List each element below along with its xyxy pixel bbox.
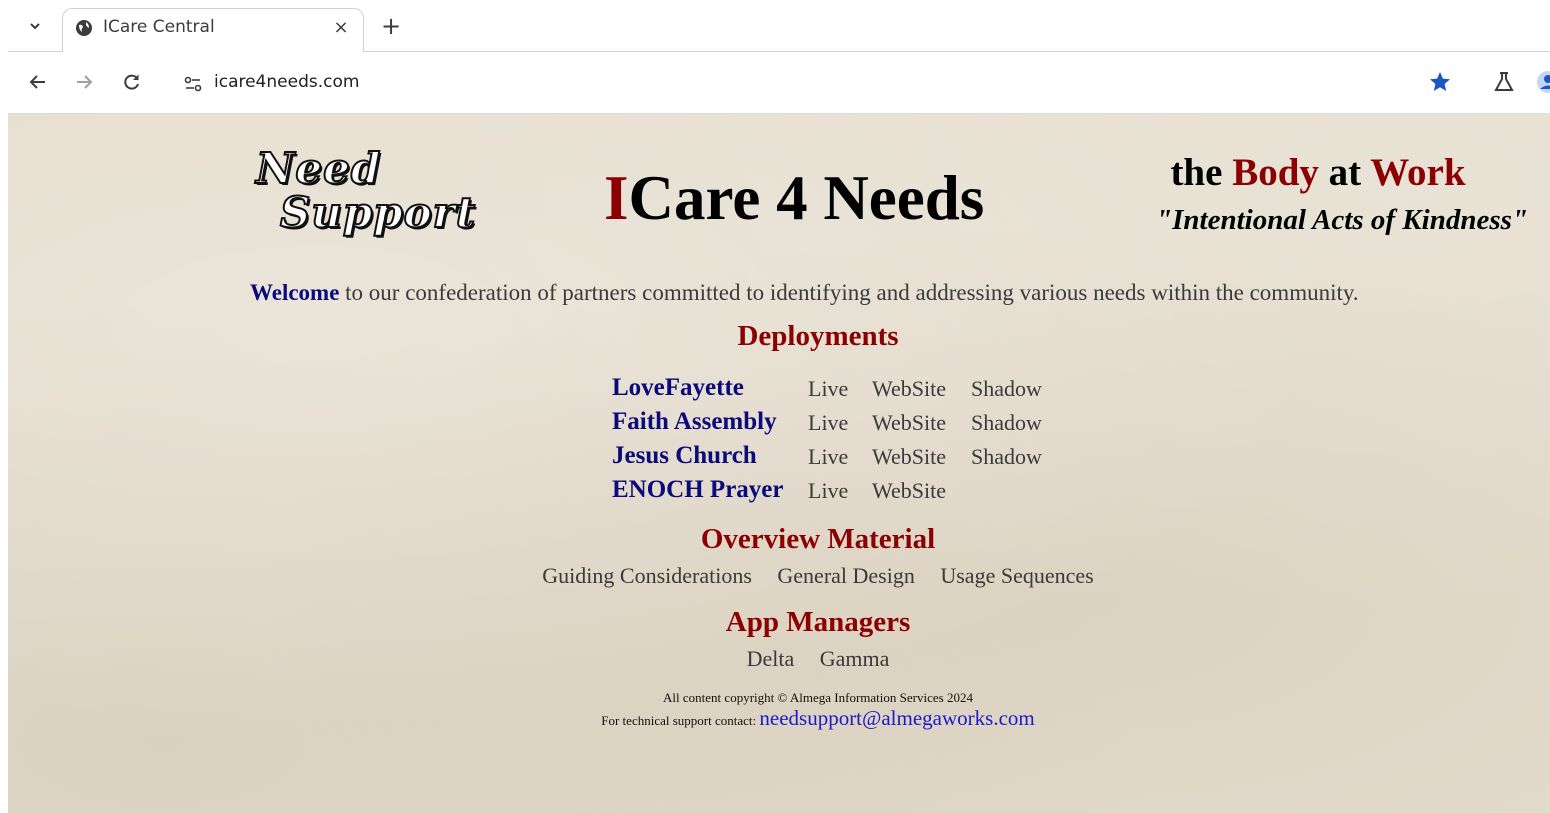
- logo-line1: Need: [255, 143, 382, 194]
- deployment-name[interactable]: Jesus Church: [612, 442, 757, 470]
- tab-strip: ICare Central × +: [8, 0, 1550, 52]
- reload-icon: [124, 74, 139, 90]
- shadow-link[interactable]: Shadow: [971, 376, 1042, 402]
- window-edge: [0, 0, 8, 813]
- live-link[interactable]: Live: [808, 478, 848, 504]
- welcome-text: Welcome to our confederation of partners…: [250, 280, 1450, 306]
- live-link[interactable]: Live: [808, 376, 848, 402]
- url-text[interactable]: icare4needs.com: [214, 72, 359, 92]
- website-link[interactable]: WebSite: [872, 410, 946, 436]
- website-link[interactable]: WebSite: [872, 444, 946, 470]
- tagline-work: Work: [1370, 151, 1466, 194]
- live-link[interactable]: Live: [808, 410, 848, 436]
- address-bar[interactable]: icare4needs.com: [166, 61, 1466, 105]
- close-icon[interactable]: ×: [329, 15, 353, 39]
- app-manager-link[interactable]: Delta: [747, 646, 795, 671]
- overview-links: Guiding Considerations General Design Us…: [8, 563, 1550, 589]
- browser-toolbar: icare4needs.com: [8, 52, 1550, 114]
- welcome-body: to our confederation of partners committ…: [339, 280, 1359, 305]
- welcome-lead: Welcome: [250, 280, 340, 305]
- overview-heading: Overview Material: [700, 523, 936, 555]
- support-label: For technical support contact:: [601, 713, 760, 728]
- tab-search-button[interactable]: [22, 13, 48, 39]
- page-content: Need Support ICare 4 Needs the Body at W…: [8, 114, 1550, 813]
- deployment-name[interactable]: LoveFayette: [612, 374, 744, 402]
- tab-icare-central[interactable]: ICare Central ×: [62, 8, 364, 52]
- overview-link[interactable]: Guiding Considerations: [542, 563, 752, 588]
- tagline-body: Body: [1232, 151, 1319, 194]
- copyright-text: All content copyright © Almega Informati…: [663, 690, 973, 705]
- back-button[interactable]: [24, 68, 52, 96]
- site-info-icon[interactable]: [182, 73, 204, 95]
- live-link[interactable]: Live: [808, 444, 848, 470]
- tagline-the: the: [1170, 151, 1233, 194]
- support-line: For technical support contact: needsuppo…: [8, 706, 1550, 731]
- app-managers-heading: App Managers: [725, 606, 911, 638]
- motto: "Intentional Acts of Kindness": [1156, 204, 1528, 236]
- overview-link[interactable]: Usage Sequences: [940, 563, 1093, 588]
- plus-icon[interactable]: +: [378, 12, 404, 40]
- logo-line2: Support: [279, 187, 477, 238]
- shadow-link[interactable]: Shadow: [971, 444, 1042, 470]
- profile-icon[interactable]: [1536, 70, 1550, 94]
- labs-icon[interactable]: [1492, 70, 1516, 94]
- forward-button[interactable]: [70, 68, 98, 96]
- deployment-name[interactable]: ENOCH Prayer: [612, 476, 783, 504]
- reload-button[interactable]: [118, 68, 146, 96]
- app-manager-link[interactable]: Gamma: [820, 646, 890, 671]
- app-manager-links: Delta Gamma: [8, 646, 1550, 672]
- website-link[interactable]: WebSite: [872, 376, 946, 402]
- forward-icon: [77, 75, 93, 89]
- chevron-down-icon: [30, 23, 40, 30]
- site-title-rest: Care 4 Needs: [628, 163, 985, 233]
- star-icon[interactable]: [1428, 70, 1452, 94]
- shadow-link[interactable]: Shadow: [971, 410, 1042, 436]
- support-email-link[interactable]: needsupport@almegaworks.com: [759, 706, 1034, 730]
- overview-link[interactable]: General Design: [777, 563, 914, 588]
- globe-icon: [76, 20, 92, 36]
- tagline: the Body at Work: [1108, 150, 1528, 195]
- back-icon: [29, 75, 45, 89]
- tagline-at: at: [1318, 151, 1371, 194]
- site-title: ICare 4 Needs: [604, 162, 984, 235]
- browser-window: ICare Central × + icare4needs.com Need S…: [8, 0, 1550, 813]
- tab-title: ICare Central: [103, 17, 215, 37]
- deployment-name[interactable]: Faith Assembly: [612, 408, 777, 436]
- deployments-heading: Deployments: [737, 320, 899, 352]
- website-link[interactable]: WebSite: [872, 478, 946, 504]
- site-title-initial: I: [604, 163, 629, 233]
- need-support-logo[interactable]: Need Support: [254, 143, 484, 244]
